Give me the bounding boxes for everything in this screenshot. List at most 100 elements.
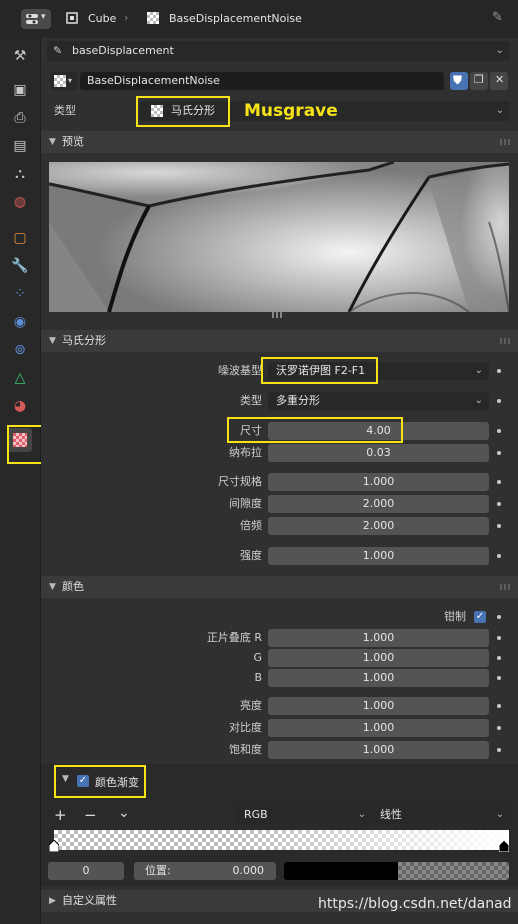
- properties-tab-bar: ⚒ ▣ ⎙ ▤ ⛬ ◍ ▢ 🔧 ⁘ ◉ ⊚ △ ◕: [0, 38, 41, 924]
- lacunarity-field[interactable]: 2.000: [268, 495, 489, 513]
- remove-stop-button[interactable]: −: [84, 806, 97, 824]
- animate-property-icon[interactable]: [497, 502, 501, 506]
- stop-position-field[interactable]: 位置: 0.000: [134, 862, 276, 880]
- nabla-field[interactable]: 0.03: [268, 444, 489, 462]
- interpolation-value: 线性: [380, 808, 402, 821]
- texture-slot-label: baseDisplacement: [72, 44, 174, 57]
- musgrave-panel-header[interactable]: ▼ 马氏分形: [41, 330, 518, 352]
- multiply-r-field[interactable]: 1.000: [268, 629, 489, 647]
- data-tab-icon[interactable]: △: [8, 366, 32, 390]
- output-tab-icon[interactable]: ⎙: [8, 106, 32, 130]
- texture-name-field[interactable]: BaseDisplacementNoise: [80, 72, 444, 90]
- contrast-field[interactable]: 1.000: [268, 719, 489, 737]
- editor-type-button[interactable]: ▾: [21, 9, 51, 29]
- chevron-down-icon: ⌄: [495, 809, 504, 820]
- tool-tab-icon[interactable]: ⚒: [8, 44, 32, 68]
- animate-property-icon[interactable]: [497, 704, 501, 708]
- colors-panel-header[interactable]: ▼ 颜色: [41, 576, 518, 598]
- animate-property-icon[interactable]: [497, 676, 501, 680]
- particles-tab-icon[interactable]: ⁘: [8, 282, 32, 306]
- chevron-down-icon: ⌄: [495, 105, 504, 116]
- drag-handle-icon[interactable]: [500, 338, 510, 344]
- modifier-tab-icon[interactable]: 🔧: [8, 254, 32, 278]
- texture-slot-dropdown[interactable]: ✎ baseDisplacement ⌄: [47, 41, 510, 61]
- brush-icon: ✎: [53, 44, 63, 57]
- saturation-field[interactable]: 1.000: [268, 741, 489, 759]
- chevron-down-icon: ⌄: [474, 365, 483, 376]
- duplicate-icon: ❐: [474, 73, 484, 86]
- multiply-g-label: G: [253, 651, 262, 664]
- shield-icon: ⛊: [453, 73, 463, 87]
- animate-property-icon[interactable]: [497, 554, 501, 558]
- chevron-down-icon: ▾: [68, 76, 73, 85]
- clamp-checkbox[interactable]: ✓: [474, 611, 486, 623]
- color-ramp-gradient[interactable]: [54, 830, 509, 850]
- fake-user-button[interactable]: ⛊: [450, 72, 468, 90]
- clamp-label: 钳制: [444, 610, 466, 623]
- musgrave-annotation: Musgrave: [244, 101, 338, 121]
- dimension-label: 尺寸规格: [218, 475, 262, 488]
- world-tab-icon[interactable]: ◍: [8, 190, 32, 214]
- view-layer-tab-icon[interactable]: ▤: [8, 134, 32, 158]
- ramp-menu-button[interactable]: ⌄: [118, 805, 130, 821]
- saturation-label: 饱和度: [229, 743, 262, 756]
- color-ramp-highlight: [54, 765, 146, 798]
- active-stop-index-field[interactable]: 0: [48, 862, 124, 880]
- animate-property-icon[interactable]: [497, 524, 501, 528]
- object-tab-icon[interactable]: ▢: [8, 226, 32, 250]
- color-mode-value: RGB: [244, 808, 268, 821]
- add-stop-button[interactable]: +: [54, 806, 67, 824]
- animate-property-icon[interactable]: [497, 399, 501, 403]
- physics-tab-icon[interactable]: ◉: [8, 310, 32, 334]
- animate-property-icon[interactable]: [497, 726, 501, 730]
- pin-icon[interactable]: ✎: [492, 10, 503, 25]
- custom-props-panel-title: 自定义属性: [62, 894, 117, 907]
- multiply-b-field[interactable]: 1.000: [268, 669, 489, 687]
- animate-property-icon[interactable]: [497, 451, 501, 455]
- animate-property-icon[interactable]: [497, 748, 501, 752]
- animate-property-icon[interactable]: [497, 429, 501, 433]
- intensity-label: 强度: [240, 549, 262, 562]
- color-mode-dropdown[interactable]: RGB ⌄: [236, 806, 372, 824]
- animate-property-icon[interactable]: [497, 369, 501, 373]
- texture-name[interactable]: BaseDisplacementNoise: [169, 12, 302, 25]
- render-tab-icon[interactable]: ▣: [8, 78, 32, 102]
- musgrave-type-dropdown[interactable]: 多重分形 ⌄: [268, 392, 489, 410]
- drag-handle-icon[interactable]: [500, 584, 510, 590]
- stop-color-swatch[interactable]: [284, 862, 509, 880]
- animate-property-icon[interactable]: [497, 615, 501, 619]
- dimension-field[interactable]: 1.000: [268, 473, 489, 491]
- texture-preview-image: [49, 162, 509, 312]
- material-tab-icon[interactable]: ◕: [8, 394, 32, 418]
- multiply-g-field[interactable]: 1.000: [268, 649, 489, 667]
- animate-property-icon[interactable]: [497, 656, 501, 660]
- object-name[interactable]: Cube: [88, 12, 116, 25]
- preview-panel-header[interactable]: ▼ 预览: [41, 131, 518, 153]
- chevron-down-icon: ⌄: [495, 45, 504, 56]
- musgrave-panel-title: 马氏分形: [62, 334, 106, 347]
- constraints-tab-icon[interactable]: ⊚: [8, 338, 32, 362]
- preview-resize-handle-icon[interactable]: [272, 312, 284, 318]
- multiply-r-label: 正片叠底 R: [206, 631, 262, 644]
- duplicate-button[interactable]: ❐: [470, 72, 488, 90]
- scene-tab-icon[interactable]: ⛬: [8, 162, 32, 186]
- drag-handle-icon[interactable]: [500, 139, 510, 145]
- interpolation-dropdown[interactable]: 线性 ⌄: [374, 806, 510, 824]
- color-stop-right-icon[interactable]: [498, 839, 510, 853]
- contrast-label: 对比度: [229, 721, 262, 734]
- texture-browse-button[interactable]: ▾: [50, 72, 78, 90]
- texture-name-value: BaseDisplacementNoise: [87, 74, 220, 87]
- animate-property-icon[interactable]: [497, 480, 501, 484]
- panel-expanded-icon: ▼: [49, 582, 56, 592]
- nabla-label: 纳布拉: [229, 446, 262, 459]
- stop-position-label: 位置:: [145, 864, 171, 877]
- brightness-field[interactable]: 1.000: [268, 697, 489, 715]
- lacunarity-label: 间隙度: [229, 497, 262, 510]
- intensity-field[interactable]: 1.000: [268, 547, 489, 565]
- unlink-button[interactable]: ✕: [490, 72, 508, 90]
- panel-collapsed-icon: ▶: [49, 896, 56, 906]
- musgrave-type-label: 类型: [240, 394, 262, 407]
- animate-property-icon[interactable]: [497, 636, 501, 640]
- octaves-field[interactable]: 2.000: [268, 517, 489, 535]
- color-stop-left-icon[interactable]: [48, 839, 60, 853]
